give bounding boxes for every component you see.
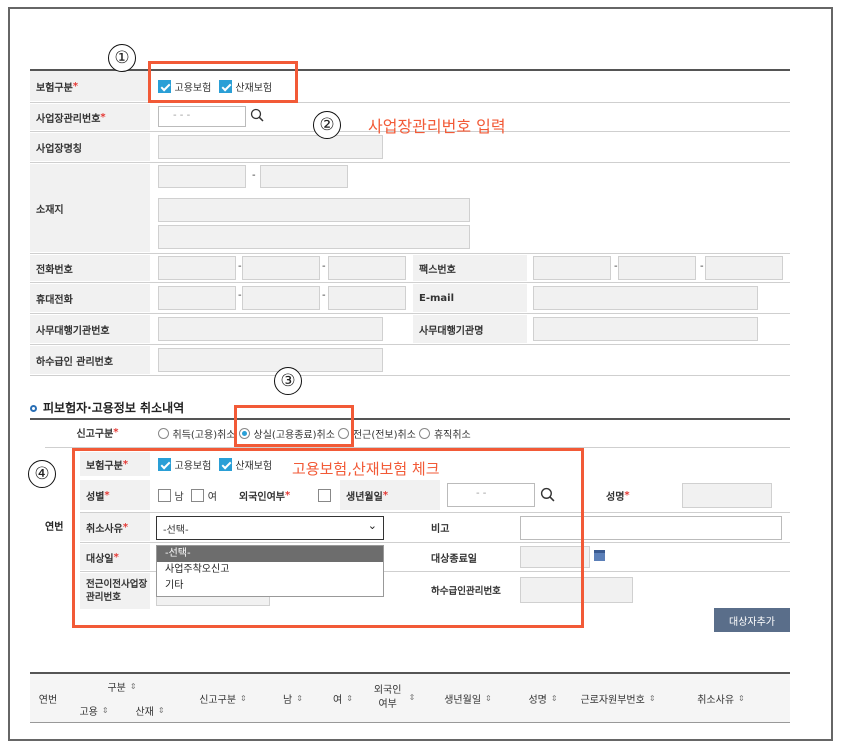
sort-icon: ⇕ <box>648 693 656 703</box>
agency-name-input[interactable] <box>533 317 758 341</box>
th-male[interactable]: 남 ⇕ <box>268 674 318 722</box>
insurance-type-label: 보험구분 <box>30 71 150 101</box>
fax-part3-input[interactable] <box>705 256 783 280</box>
workplace-no-label: 사업장관리번호 <box>30 104 150 130</box>
sort-icon: ⇕ <box>101 705 109 715</box>
dropdown-option-employer-error[interactable]: 사업주착오신고 <box>157 562 383 578</box>
th-name[interactable]: 성명 ⇕ <box>518 674 568 722</box>
agency-name-label: 사무대행기관명 <box>413 315 527 343</box>
sort-icon: ⇕ <box>408 693 416 702</box>
fax-part1-input[interactable] <box>533 256 611 280</box>
phone-part1-input[interactable] <box>158 256 236 280</box>
sort-icon: ⇕ <box>485 693 492 703</box>
address-line1-input[interactable] <box>158 198 470 222</box>
email-input[interactable] <box>533 286 758 310</box>
bullet-icon <box>30 405 37 412</box>
address-label: 소재지 <box>30 164 150 252</box>
sort-icon: ⇕ <box>346 693 353 703</box>
annotation-text-2: 사업장관리번호 입력 <box>368 117 506 136</box>
fax-label: 팩스번호 <box>413 255 527 281</box>
agency-no-label: 사무대행기관번호 <box>30 315 150 343</box>
annotation-number-3: ③ <box>274 367 302 395</box>
search-icon[interactable] <box>250 108 264 122</box>
section-title: 피보험자·고용정보 취소내역 <box>30 399 184 416</box>
annotation-box-1 <box>148 61 298 103</box>
dropdown-option-select[interactable]: -선택- <box>157 546 383 562</box>
mobile-part1-input[interactable] <box>158 286 236 310</box>
agency-no-input[interactable] <box>158 317 383 341</box>
fax-part2-input[interactable] <box>618 256 696 280</box>
sort-icon: ⇕ <box>240 693 247 703</box>
radio-acquire-cancel[interactable] <box>158 428 169 439</box>
annotation-text-4: 고용보험,산재보험 체크 <box>292 460 440 478</box>
mobile-label: 휴대전화 <box>30 284 150 312</box>
th-reason[interactable]: 취소사유 ⇕ <box>668 674 774 722</box>
name-input[interactable] <box>682 483 772 508</box>
phone-label: 전화번호 <box>30 255 150 281</box>
th-female[interactable]: 여 ⇕ <box>318 674 368 722</box>
sort-icon: ⇕ <box>129 681 137 691</box>
sort-icon: ⇕ <box>550 693 558 703</box>
cancel-reason-dropdown: -선택- 사업주착오신고 기타 <box>156 545 384 597</box>
zip-code-part2-input[interactable] <box>260 165 348 188</box>
th-foreigner[interactable]: 외국인여부 ⇕ <box>368 674 418 722</box>
phone-part2-input[interactable] <box>242 256 320 280</box>
workplace-name-input[interactable] <box>158 135 383 159</box>
report-type-label: 신고구분 <box>45 420 150 445</box>
workplace-no-input[interactable]: - - - <box>158 106 246 127</box>
add-target-button[interactable]: 대상자추가 <box>714 608 790 632</box>
annotation-number-2: ② <box>313 111 341 139</box>
th-birth[interactable]: 생년월일 ⇕ <box>418 674 518 722</box>
th-report-type[interactable]: 신고구분 ⇕ <box>178 674 268 722</box>
annotation-number-1: ① <box>108 44 136 72</box>
sort-icon: ⇕ <box>157 705 165 715</box>
annotation-number-4: ④ <box>28 460 56 488</box>
th-row-number: 연번 <box>38 694 58 706</box>
sort-icon: ⇕ <box>738 693 745 703</box>
th-group[interactable]: 구분 ⇕ <box>66 674 178 698</box>
annotation-box-3 <box>234 405 354 447</box>
th-worker-no[interactable]: 근로자원부번호 ⇕ <box>568 674 668 722</box>
phone-part3-input[interactable] <box>328 256 406 280</box>
zip-code-part1-input[interactable] <box>158 165 246 188</box>
th-accident[interactable]: 산재 ⇕ <box>122 698 178 722</box>
mobile-part3-input[interactable] <box>328 286 406 310</box>
subcontract-no-input[interactable] <box>158 348 383 372</box>
radio-leave-cancel[interactable] <box>419 428 431 439</box>
mobile-part2-input[interactable] <box>242 286 320 310</box>
dropdown-option-other[interactable]: 기타 <box>157 578 383 594</box>
workplace-no-value: - - - <box>173 110 191 121</box>
email-label: E-mail <box>413 284 527 312</box>
address-line2-input[interactable] <box>158 225 470 249</box>
name-label: 성명 <box>600 480 675 510</box>
subcontract-no-label: 하수급인 관리번호 <box>30 346 150 374</box>
row-number-label: 연번 <box>45 522 64 533</box>
th-employment[interactable]: 고용 ⇕ <box>66 698 122 722</box>
sort-icon: ⇕ <box>296 693 303 703</box>
calendar-icon[interactable] <box>594 550 605 561</box>
workplace-name-label: 사업장명칭 <box>30 133 150 161</box>
